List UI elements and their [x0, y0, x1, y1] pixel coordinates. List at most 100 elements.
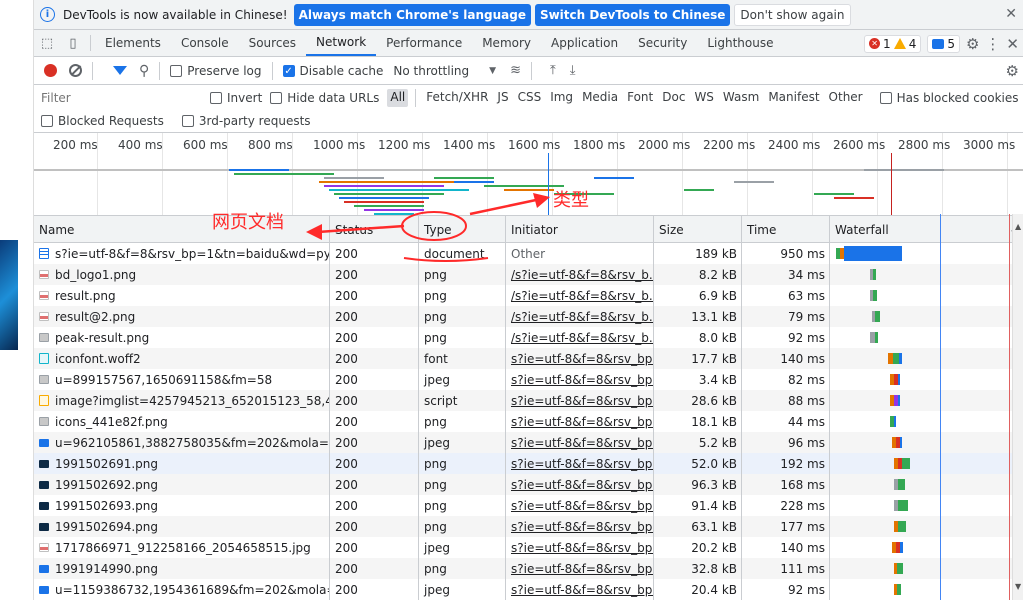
inspect-element-icon[interactable]: ⬚	[34, 30, 60, 56]
request-row[interactable]: result@2.png 200 png/s?ie=utf-8&f=8&rsv_b.…	[34, 306, 1023, 327]
request-row[interactable]: bd_logo1.png 200 png/s?ie=utf-8&f=8&rsv_b.…	[34, 264, 1023, 285]
initiator-link[interactable]: s?ie=utf-8&f=8&rsv_bp...	[511, 520, 653, 534]
column-waterfall[interactable]: Waterfall ▲	[830, 216, 1023, 243]
request-row[interactable]: 1991502693.png 200 png s?ie=utf-8&f=8&rsv_b…	[34, 495, 1023, 516]
request-row[interactable]: u=962105861,3882758035&fm=202&mola=new..…	[34, 432, 1023, 453]
initiator-link[interactable]: s?ie=utf-8&f=8&rsv_bp...	[511, 436, 653, 450]
disable-cache-box[interactable]: ✓	[282, 64, 295, 77]
filter-type-js[interactable]: JS	[494, 89, 511, 107]
scroll-down-icon[interactable]: ▼	[1015, 582, 1021, 591]
request-row[interactable]: image?imglist=4257945213_652015123_58,4 2…	[34, 390, 1023, 411]
tab-performance[interactable]: Performance	[376, 30, 472, 56]
third-party-requests-checkbox[interactable]: 3rd-party requests	[181, 114, 311, 128]
initiator-link[interactable]: /s?ie=utf-8&f=8&rsv_b...	[511, 289, 653, 303]
invert-checkbox[interactable]: Invert	[210, 91, 262, 105]
filter-type-wasm[interactable]: Wasm	[720, 89, 762, 107]
filter-icon[interactable]	[113, 66, 127, 75]
initiator-link[interactable]: /s?ie=utf-8&f=8&rsv_b...	[511, 310, 653, 324]
close-devtools-icon[interactable]: ✕	[1006, 35, 1019, 53]
request-row[interactable]: iconfont.woff2 200 font s?ie=utf-8&f=8&rsv_…	[34, 348, 1023, 369]
filter-type-other[interactable]: Other	[826, 89, 866, 107]
search-icon[interactable]: ⚲	[139, 63, 149, 79]
export-har-icon[interactable]: ⤓	[570, 63, 576, 78]
initiator-link[interactable]: s?ie=utf-8&f=8&rsv_bp...	[511, 541, 653, 555]
filter-type-ws[interactable]: WS	[691, 89, 716, 107]
tab-network[interactable]: Network	[306, 30, 377, 56]
request-row[interactable]: u=1159386732,1954361689&fm=202&mola=ne..…	[34, 579, 1023, 600]
request-row[interactable]: u=899157567,1650691158&fm=58 200 jpeg s?ie=…	[34, 369, 1023, 390]
initiator-link[interactable]: s?ie=utf-8&f=8&rsv_bp...	[511, 352, 653, 366]
preserve-log-checkbox[interactable]: Preserve log	[170, 64, 262, 78]
disable-cache-checkbox[interactable]: ✓ Disable cache	[282, 64, 383, 78]
filter-type-all[interactable]: All	[387, 88, 409, 107]
blocked-requests-box[interactable]	[41, 115, 53, 127]
request-row[interactable]: icons_441e82f.png 200 png s?ie=utf-8&f=8&rs…	[34, 411, 1023, 432]
initiator-link[interactable]: s?ie=utf-8&f=8&rsv_bp...	[511, 562, 653, 576]
initiator-link[interactable]: s?ie=utf-8&f=8&rsv_bp...	[511, 394, 653, 408]
always-match-language-button[interactable]: Always match Chrome's language	[293, 3, 531, 26]
request-row[interactable]: 1991502691.png 200 png s?ie=utf-8&f=8&rsv_b…	[34, 453, 1023, 474]
column-type[interactable]: Type	[419, 216, 506, 243]
scroll-up-icon[interactable]: ▲	[1015, 222, 1021, 231]
request-row[interactable]: s?ie=utf-8&f=8&rsv_bp=1&tn=baidu&wd=pyth…	[34, 243, 1023, 264]
hide-data-urls-box[interactable]	[270, 91, 283, 104]
tab-elements[interactable]: Elements	[95, 30, 171, 56]
filter-type-doc[interactable]: Doc	[659, 89, 688, 107]
dont-show-again-button[interactable]: Don't show again	[734, 3, 851, 26]
initiator-link[interactable]: /s?ie=utf-8&f=8&rsv_b...	[511, 268, 653, 282]
column-size[interactable]: Size	[654, 216, 742, 243]
initiator-link[interactable]: /s?ie=utf-8&f=8&rsv_b...	[511, 331, 653, 345]
issues-counter[interactable]: ✕ 1 4	[864, 34, 922, 53]
filter-type-media[interactable]: Media	[579, 89, 621, 107]
filter-type-fetch-xhr[interactable]: Fetch/XHR	[423, 89, 491, 107]
filter-type-img[interactable]: Img	[547, 89, 576, 107]
device-toolbar-icon[interactable]: ▯	[60, 30, 86, 56]
column-name[interactable]: Name	[34, 216, 330, 243]
invert-box[interactable]	[210, 91, 222, 104]
column-time[interactable]: Time	[742, 216, 830, 243]
initiator-link[interactable]: s?ie=utf-8&f=8&rsv_bp...	[511, 583, 653, 597]
initiator-link[interactable]: s?ie=utf-8&f=8&rsv_bp...	[511, 457, 653, 471]
preserve-log-box[interactable]	[170, 64, 183, 77]
request-row[interactable]: 1717866971_912258166_2054658515.jpg 200 jp…	[34, 537, 1023, 558]
throttling-select[interactable]: No throttling ▼	[393, 64, 496, 78]
import-har-icon[interactable]: ⤒	[550, 63, 556, 78]
tab-security[interactable]: Security	[628, 30, 697, 56]
filter-type-css[interactable]: CSS	[515, 89, 545, 107]
more-options-icon[interactable]: ⋮	[985, 35, 1000, 53]
initiator-link[interactable]: s?ie=utf-8&f=8&rsv_bp...	[511, 415, 653, 429]
messages-counter[interactable]: 5	[927, 34, 960, 53]
clear-icon[interactable]	[69, 64, 82, 77]
third-party-requests-box[interactable]	[181, 115, 194, 127]
tab-lighthouse[interactable]: Lighthouse	[697, 30, 783, 56]
network-overview-timeline[interactable]: 200 ms 400 ms 600 ms 800 ms 1000 ms 1200 ms 14…	[34, 133, 1023, 216]
record-icon[interactable]	[44, 64, 57, 77]
has-blocked-cookies-checkbox[interactable]: Has blocked cookies	[879, 91, 1019, 105]
request-row[interactable]: result.png 200 png/s?ie=utf-8&f=8&rsv_b...…	[34, 285, 1023, 306]
filter-type-manifest[interactable]: Manifest	[765, 89, 822, 107]
filter-type-font[interactable]: Font	[624, 89, 656, 107]
request-row[interactable]: 1991914990.png 200 png s?ie=utf-8&f=8&rsv_b…	[34, 558, 1023, 579]
has-blocked-cookies-box[interactable]	[879, 91, 892, 104]
filter-input[interactable]	[38, 87, 202, 108]
request-row[interactable]: 1991502694.png 200 png s?ie=utf-8&f=8&rsv_b…	[34, 516, 1023, 537]
initiator-link[interactable]: s?ie=utf-8&f=8&rsv_bp...	[511, 373, 653, 387]
settings-gear-icon[interactable]: ⚙	[966, 35, 979, 53]
blocked-requests-checkbox[interactable]: Blocked Requests	[41, 114, 164, 128]
column-initiator[interactable]: Initiator	[506, 216, 654, 243]
tab-application[interactable]: Application	[541, 30, 628, 56]
network-settings-gear-icon[interactable]: ⚙	[1006, 62, 1019, 80]
close-icon[interactable]: ✕	[1005, 6, 1017, 22]
column-status[interactable]: Status	[330, 216, 419, 243]
initiator-link[interactable]: s?ie=utf-8&f=8&rsv_bp...	[511, 478, 653, 492]
network-conditions-icon[interactable]: ≋	[510, 63, 521, 78]
table-scrollbar[interactable]: ▲ ▼	[1012, 214, 1023, 600]
request-row[interactable]: 1991502692.png 200 png s?ie=utf-8&f=8&rsv_b…	[34, 474, 1023, 495]
tab-sources[interactable]: Sources	[239, 30, 306, 56]
tab-console[interactable]: Console	[171, 30, 239, 56]
tab-memory[interactable]: Memory	[472, 30, 541, 56]
hide-data-urls-checkbox[interactable]: Hide data URLs	[270, 91, 379, 105]
request-row[interactable]: peak-result.png 200 png/s?ie=utf-8&f=8&rsv…	[34, 327, 1023, 348]
initiator-link[interactable]: s?ie=utf-8&f=8&rsv_bp...	[511, 499, 653, 513]
switch-to-chinese-button[interactable]: Switch DevTools to Chinese	[534, 3, 731, 26]
